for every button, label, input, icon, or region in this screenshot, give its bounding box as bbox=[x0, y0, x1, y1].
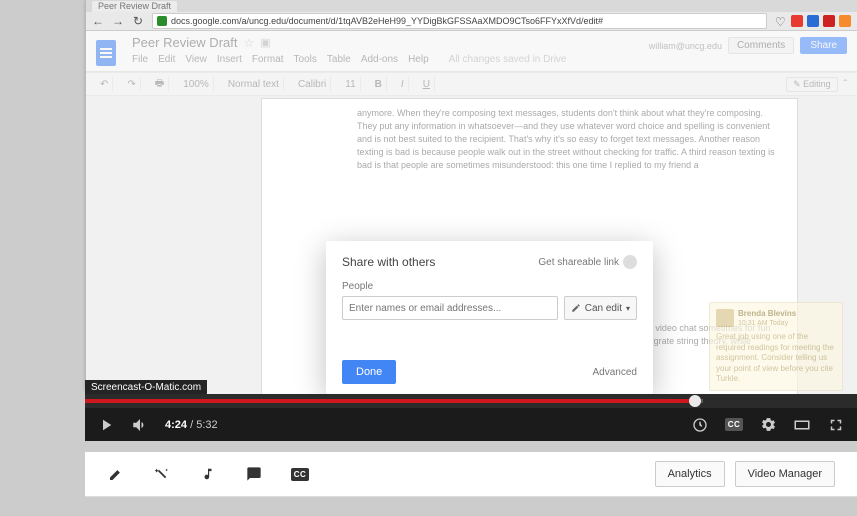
permission-select[interactable]: Can edit ▾ bbox=[564, 296, 637, 320]
browser-tab[interactable]: Peer Review Draft bbox=[92, 1, 177, 12]
menu-format[interactable]: Format bbox=[252, 54, 284, 65]
tab-title: Peer Review Draft bbox=[98, 1, 171, 11]
advanced-link[interactable]: Advanced bbox=[593, 367, 637, 378]
menu-insert[interactable]: Insert bbox=[217, 54, 242, 65]
undo-icon[interactable]: ↶ bbox=[96, 77, 113, 91]
extension-icon-1[interactable] bbox=[791, 15, 803, 27]
menu-edit[interactable]: Edit bbox=[158, 54, 175, 65]
forward-icon[interactable]: → bbox=[112, 15, 124, 27]
comments-button[interactable]: Comments bbox=[728, 37, 794, 54]
time-display: 4:24 / 5:32 bbox=[165, 419, 218, 431]
menu-addons[interactable]: Add-ons bbox=[361, 54, 398, 65]
address-bar[interactable]: docs.google.com/a/uncg.edu/document/d/1t… bbox=[152, 13, 767, 29]
bold-icon[interactable]: B bbox=[371, 77, 387, 91]
link-icon bbox=[623, 255, 637, 269]
menu-bar: File Edit View Insert Format Tools Table… bbox=[132, 50, 566, 71]
watch-later-icon[interactable] bbox=[691, 416, 709, 434]
docs-header: Peer Review Draft ☆ ▣ File Edit View Ins… bbox=[86, 31, 857, 72]
pencil-icon bbox=[571, 303, 581, 313]
share-dialog: Share with others Get shareable link Peo… bbox=[326, 241, 653, 394]
creator-toolbar: CC Analytics Video Manager bbox=[85, 452, 857, 497]
done-button[interactable]: Done bbox=[342, 360, 396, 384]
docs-toolbar: ↶ ↷ 🖶 100% Normal text Calibri 11 B I U … bbox=[86, 72, 857, 96]
theater-mode-icon[interactable] bbox=[793, 416, 811, 434]
people-label: People bbox=[342, 281, 637, 292]
document-canvas: anymore. When they're composing text mes… bbox=[86, 96, 857, 426]
video-player: 4:24 / 5:32 CC bbox=[85, 394, 857, 441]
mode-select[interactable]: ✎ Editing bbox=[786, 77, 838, 92]
get-shareable-link[interactable]: Get shareable link bbox=[538, 255, 637, 269]
extension-icon-2[interactable] bbox=[807, 15, 819, 27]
back-icon[interactable]: ← bbox=[92, 15, 104, 27]
docs-logo-icon[interactable] bbox=[96, 40, 116, 66]
dialog-title: Share with others bbox=[342, 255, 435, 269]
extension-icon-4[interactable] bbox=[839, 15, 851, 27]
audio-icon[interactable] bbox=[199, 465, 217, 483]
comment-time: 10:31 AM Today bbox=[716, 319, 836, 328]
annotations-icon[interactable] bbox=[245, 465, 263, 483]
menu-file[interactable]: File bbox=[132, 54, 148, 65]
browser-window: Peer Review Draft ← → ↻ docs.google.com/… bbox=[85, 0, 857, 390]
progress-played bbox=[85, 399, 695, 403]
extension-icon-3[interactable] bbox=[823, 15, 835, 27]
print-icon[interactable]: 🖶 bbox=[151, 77, 169, 91]
comment-author: Brenda Blevins bbox=[716, 309, 836, 319]
fullscreen-icon[interactable] bbox=[827, 416, 845, 434]
bookmark-icon[interactable]: ♡ bbox=[775, 15, 787, 27]
current-time: 4:24 bbox=[165, 419, 187, 431]
share-button[interactable]: Share bbox=[800, 37, 847, 54]
browser-toolbar: ← → ↻ docs.google.com/a/uncg.edu/documen… bbox=[86, 12, 857, 31]
avatar bbox=[716, 309, 734, 327]
progress-bar[interactable] bbox=[85, 394, 857, 408]
people-input[interactable] bbox=[342, 296, 558, 320]
menu-help[interactable]: Help bbox=[408, 54, 429, 65]
document-title[interactable]: Peer Review Draft bbox=[132, 35, 237, 50]
redo-icon[interactable]: ↷ bbox=[123, 77, 140, 91]
collapse-toolbar-icon[interactable]: ˆ bbox=[844, 79, 847, 90]
zoom-select[interactable]: 100% bbox=[179, 77, 214, 91]
total-time: 5:32 bbox=[196, 419, 217, 431]
analytics-button[interactable]: Analytics bbox=[655, 461, 725, 487]
url-text: docs.google.com/a/uncg.edu/document/d/1t… bbox=[171, 16, 603, 26]
menu-tools[interactable]: Tools bbox=[294, 54, 317, 65]
cc-edit-icon[interactable]: CC bbox=[291, 465, 309, 483]
menu-view[interactable]: View bbox=[185, 54, 207, 65]
play-icon[interactable] bbox=[97, 416, 115, 434]
extension-icons: ♡ bbox=[775, 15, 851, 27]
comment-card[interactable]: Brenda Blevins 10:31 AM Today Great job … bbox=[709, 302, 843, 391]
video-manager-button[interactable]: Video Manager bbox=[735, 461, 835, 487]
save-status: All changes saved in Drive bbox=[449, 54, 567, 65]
reload-icon[interactable]: ↻ bbox=[132, 15, 144, 27]
font-size-select[interactable]: 11 bbox=[341, 77, 360, 91]
folder-icon[interactable]: ▣ bbox=[260, 36, 270, 49]
style-select[interactable]: Normal text bbox=[224, 77, 284, 91]
wand-icon[interactable] bbox=[153, 465, 171, 483]
share-button-label: Share bbox=[810, 40, 837, 51]
browser-tab-strip: Peer Review Draft bbox=[86, 0, 857, 12]
settings-icon[interactable] bbox=[759, 416, 777, 434]
star-icon[interactable]: ☆ bbox=[243, 36, 254, 50]
lock-icon bbox=[157, 16, 167, 26]
italic-icon[interactable]: I bbox=[397, 77, 409, 91]
get-link-label: Get shareable link bbox=[538, 257, 619, 268]
enhance-icon[interactable] bbox=[107, 465, 125, 483]
body-paragraph-1: anymore. When they're composing text mes… bbox=[357, 107, 777, 172]
permission-label: Can edit bbox=[585, 303, 622, 314]
captions-icon[interactable]: CC bbox=[725, 416, 743, 434]
owner-email: william@uncg.edu bbox=[649, 41, 722, 51]
chevron-down-icon: ▾ bbox=[626, 304, 630, 313]
progress-handle[interactable] bbox=[689, 395, 701, 407]
underline-icon[interactable]: U bbox=[419, 77, 435, 91]
comment-text: Great job using one of the required read… bbox=[716, 332, 836, 384]
font-select[interactable]: Calibri bbox=[294, 77, 331, 91]
volume-icon[interactable] bbox=[131, 416, 149, 434]
menu-table[interactable]: Table bbox=[327, 54, 351, 65]
